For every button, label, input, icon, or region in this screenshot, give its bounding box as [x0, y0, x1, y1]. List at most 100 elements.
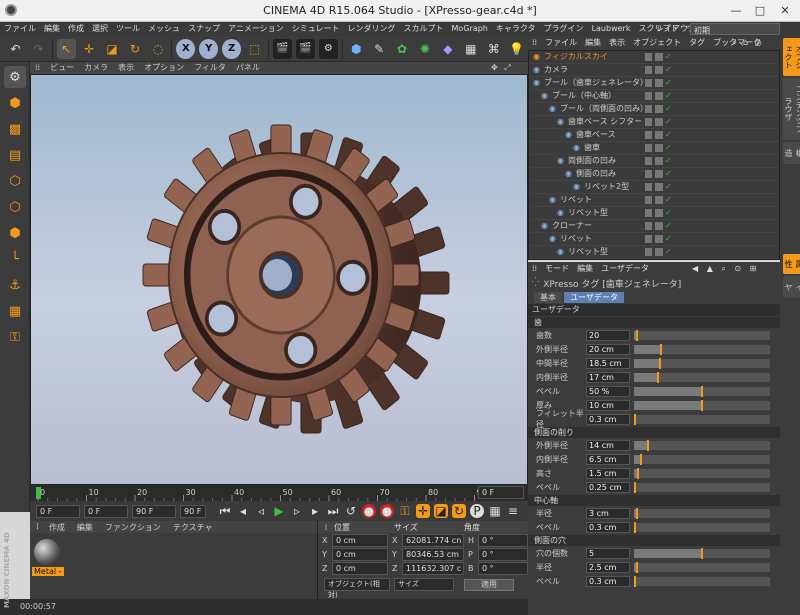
object-tree-row[interactable]: ◉ リベット型 ✓	[529, 246, 779, 259]
record-icon[interactable]: ●	[362, 504, 376, 518]
layout-select[interactable]: 初期	[690, 23, 780, 35]
object-tree-row[interactable]: ◉ リベット ✓	[529, 233, 779, 246]
object-menu-item[interactable]: 表示	[605, 36, 629, 50]
object-name[interactable]: クローナー	[552, 220, 592, 232]
menu-item[interactable]: 作成	[64, 22, 88, 36]
material-swatch[interactable]	[34, 539, 60, 565]
viewport-menu-item[interactable]: カメラ	[79, 62, 113, 74]
param-slider[interactable]	[634, 343, 770, 355]
param-value-field[interactable]: 0.25 cm	[586, 481, 630, 493]
object-tree-row[interactable]: ◉ クローナー ✓	[529, 220, 779, 233]
object-name[interactable]: 歯車ベース シフター	[568, 116, 642, 128]
spline-icon[interactable]: ✎	[370, 39, 389, 59]
menu-item[interactable]: Laubwerk	[588, 22, 635, 36]
param-group-header[interactable]: 中心軸	[528, 495, 780, 506]
visibility-flags[interactable]	[645, 105, 663, 113]
param-slider[interactable]	[634, 439, 770, 451]
coord-size-mode-select[interactable]: サイズ	[394, 578, 454, 591]
make-editable-icon[interactable]: ⚙	[4, 66, 26, 88]
menu-item[interactable]: メッシュ	[144, 22, 184, 36]
vtab-content-browser[interactable]: コンテンツブラウザ	[783, 78, 800, 140]
material-menu-item[interactable]: テクスチャ	[167, 522, 219, 533]
viewport-menu-item[interactable]: ビュー	[45, 62, 79, 74]
param-slider-handle[interactable]	[646, 439, 649, 451]
param-slider[interactable]	[634, 329, 770, 341]
vtab-layers[interactable]: レイヤ	[783, 276, 800, 298]
menu-item[interactable]: キャラクタ	[492, 22, 540, 36]
model-mode-icon[interactable]: ⬢	[4, 92, 26, 114]
maximize-icon[interactable]: □	[748, 2, 772, 20]
param-slider-handle[interactable]	[637, 467, 640, 479]
viewport-menu-item[interactable]: フィルタ	[189, 62, 231, 74]
lock-icon[interactable]: ⚿	[4, 326, 26, 348]
menu-item[interactable]: アニメーション	[224, 22, 288, 36]
live-select-icon[interactable]: ◌	[148, 39, 167, 59]
enabled-check-icon[interactable]: ✓	[665, 168, 672, 180]
param-value-field[interactable]: 20 cm	[586, 343, 630, 355]
coord-size-field[interactable]: 80346.53 cm	[402, 547, 464, 561]
enabled-check-icon[interactable]: ✓	[665, 246, 672, 258]
prev-key-icon[interactable]: ◂	[236, 504, 250, 518]
visibility-flags[interactable]	[645, 170, 663, 178]
array-icon[interactable]: ✺	[415, 39, 434, 59]
enabled-check-icon[interactable]: ✓	[665, 64, 672, 76]
camera-icon[interactable]: ⌘	[484, 39, 503, 59]
rot-key-icon[interactable]: ↻	[452, 504, 466, 518]
close-icon[interactable]: ✕	[773, 2, 797, 20]
param-slider-handle[interactable]	[701, 547, 703, 559]
vtab-attributes[interactable]: 属性	[783, 254, 800, 274]
menu-item[interactable]: ツール	[112, 22, 144, 36]
param-value-field[interactable]: 3 cm	[586, 507, 630, 519]
param-slider[interactable]	[634, 413, 770, 425]
enabled-check-icon[interactable]: ✓	[665, 142, 672, 154]
param-slider[interactable]	[634, 453, 770, 465]
menu-item[interactable]: レンダリング	[344, 22, 400, 36]
coord-rotation-field[interactable]: 0 °	[478, 561, 528, 575]
param-group-header[interactable]: 歯	[528, 317, 780, 328]
viewport-menu-item[interactable]: パネル	[231, 62, 265, 74]
enabled-check-icon[interactable]: ✓	[665, 129, 672, 141]
deformer-icon[interactable]: ◆	[438, 39, 457, 59]
object-tree-row[interactable]: ◉ リベット2型 ✓	[529, 181, 779, 194]
object-name[interactable]: 歯車	[584, 142, 600, 154]
start-frame-field[interactable]: 0 F	[36, 504, 80, 518]
object-name[interactable]: 両側面の凹み	[568, 155, 616, 167]
menu-item[interactable]: シミュレート	[288, 22, 344, 36]
end-frame-field[interactable]: 90 F	[180, 504, 206, 518]
render-view-icon[interactable]: 🎬	[273, 38, 292, 59]
scale-key-icon[interactable]: ◪	[434, 504, 448, 518]
param-value-field[interactable]: 14 cm	[586, 439, 630, 451]
viewport-menu-item[interactable]: オプション	[139, 62, 189, 74]
object-name[interactable]: フィジカルスカイ	[544, 51, 608, 63]
apply-button[interactable]: 適用	[464, 578, 514, 591]
goto-start-icon[interactable]: ⏮	[218, 504, 232, 518]
loop-icon[interactable]: ↺	[344, 504, 358, 518]
points-mode-icon[interactable]: ⬡	[4, 170, 26, 192]
pla-key-icon[interactable]: ▦	[488, 504, 502, 518]
object-name[interactable]: 側面の凹み	[576, 168, 616, 180]
axis-mode-icon[interactable]: └	[4, 248, 26, 270]
render-settings-icon[interactable]: ⚙	[318, 38, 338, 59]
snap-icon[interactable]: ▦	[4, 300, 26, 322]
x-axis-icon[interactable]: X	[176, 38, 196, 59]
coord-mode-select[interactable]: オブジェクト(相対)	[324, 578, 390, 599]
material-menu-item[interactable]: 編集	[71, 522, 99, 533]
edges-mode-icon[interactable]: ⬡	[4, 196, 26, 218]
enabled-check-icon[interactable]: ✓	[665, 116, 672, 128]
enabled-check-icon[interactable]: ✓	[665, 233, 672, 245]
visibility-flags[interactable]	[645, 66, 663, 74]
redo-icon[interactable]: ↷	[29, 39, 48, 59]
z-axis-icon[interactable]: Z	[222, 38, 242, 59]
object-menu-item[interactable]: オブジェクト	[629, 36, 685, 50]
scene-icon[interactable]: ▦	[461, 39, 480, 59]
next-frame-icon[interactable]: ▹	[290, 504, 304, 518]
object-tree-row[interactable]: ◉ フィジカルスカイ ✓	[529, 51, 779, 64]
pos-key-icon[interactable]: ✛	[416, 504, 430, 518]
visibility-flags[interactable]	[645, 209, 663, 217]
object-name[interactable]: ブール（両側面の凹み）	[560, 103, 648, 115]
param-value-field[interactable]: 18.5 cm	[586, 357, 630, 369]
object-menu-item[interactable]: 編集	[581, 36, 605, 50]
param-slider[interactable]	[634, 357, 770, 369]
object-tree-row[interactable]: ◉ 両側面の凹み ✓	[529, 155, 779, 168]
enabled-check-icon[interactable]: ✓	[665, 220, 672, 232]
